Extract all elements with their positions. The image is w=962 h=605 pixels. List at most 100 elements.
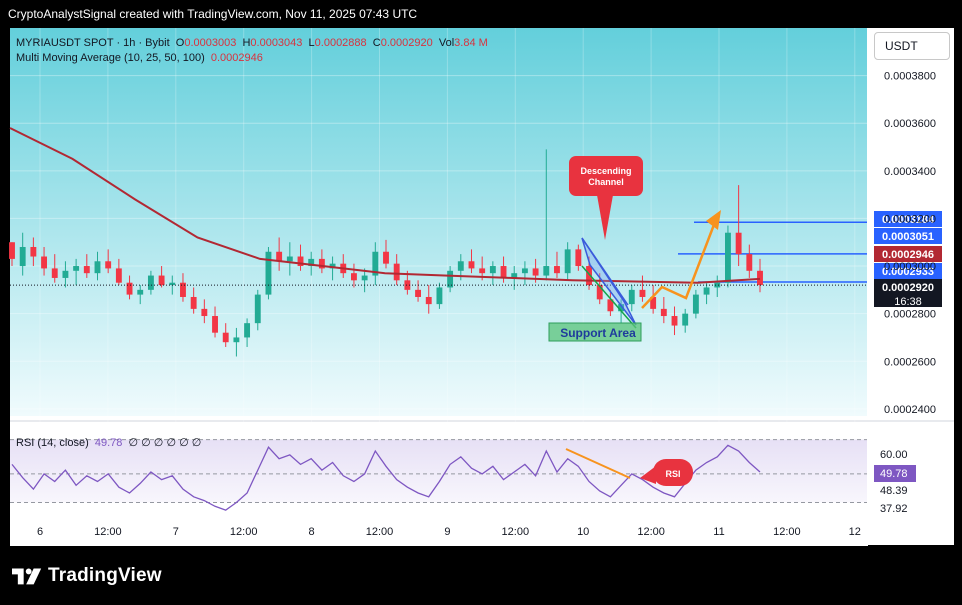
rsi-tick-label: 37.92 bbox=[880, 503, 908, 515]
candle-body bbox=[639, 289, 646, 297]
price-label-text: 0.0003051 bbox=[882, 231, 934, 243]
candle-body bbox=[73, 266, 80, 271]
candle-body bbox=[212, 316, 218, 333]
candle-body bbox=[265, 251, 272, 295]
candle-body bbox=[147, 275, 154, 290]
rsi-tick-label: 48.39 bbox=[880, 485, 908, 497]
candle-body bbox=[703, 287, 710, 295]
x-tick-label: 12:00 bbox=[502, 526, 530, 538]
x-tick-label: 12:00 bbox=[366, 526, 394, 538]
y-tick-label: 0.0002800 bbox=[884, 309, 936, 321]
candle-body bbox=[201, 308, 208, 317]
x-tick-label: 8 bbox=[309, 526, 315, 538]
candle-body bbox=[383, 251, 389, 264]
candle-body bbox=[30, 246, 37, 257]
y-tick-label: 0.0002600 bbox=[884, 356, 936, 368]
candle-body bbox=[393, 263, 400, 281]
vol-value: 3.84 M bbox=[454, 37, 488, 49]
candle-body bbox=[757, 270, 763, 286]
price-labels: 0.00031840.00030510.00029460.00029330.00… bbox=[874, 211, 942, 308]
candle-body bbox=[41, 256, 47, 269]
rsi-extras: ∅ ∅ ∅ ∅ ∅ ∅ bbox=[128, 437, 202, 449]
ma-indicator-label[interactable]: Multi Moving Average (10, 25, 50, 100) bbox=[16, 52, 205, 64]
y-tick-label: 0.0003000 bbox=[884, 261, 936, 273]
x-tick-label: 12:00 bbox=[637, 526, 665, 538]
candle-body bbox=[190, 296, 197, 309]
x-tick-label: 10 bbox=[577, 526, 589, 538]
candle-body bbox=[9, 242, 15, 259]
rsi-indicator-label[interactable]: RSI (14, close) bbox=[16, 437, 89, 449]
support-area-label: Support Area bbox=[560, 326, 636, 340]
candle-body bbox=[126, 282, 133, 295]
candle-body bbox=[500, 266, 507, 278]
y-tick-label: 0.0003400 bbox=[884, 166, 936, 178]
descending-channel-callout bbox=[569, 156, 643, 196]
y-tick-label: 0.0002400 bbox=[884, 404, 936, 416]
candle-body bbox=[83, 266, 90, 274]
open-value: 0.0003003 bbox=[184, 37, 237, 49]
candle-body bbox=[233, 337, 240, 343]
countdown-text: 16:38 bbox=[894, 296, 922, 308]
low-value: 0.0002888 bbox=[314, 37, 367, 49]
price-label-text: 0.0002946 bbox=[882, 249, 934, 261]
candle-body bbox=[351, 273, 357, 281]
candle-body bbox=[436, 287, 443, 305]
x-tick-label: 6 bbox=[37, 526, 43, 538]
callout-text: Channel bbox=[588, 177, 624, 187]
symbol-name[interactable]: MYRIAUSDT SPOT · 1h · Bybit bbox=[16, 37, 170, 49]
candle-body bbox=[682, 313, 689, 326]
candle-body bbox=[180, 282, 186, 297]
candle-body bbox=[692, 294, 699, 314]
candle-body bbox=[554, 266, 560, 274]
candle-body bbox=[244, 323, 251, 338]
candle-body bbox=[222, 332, 229, 343]
rsi-indicator-value: 49.78 bbox=[94, 437, 123, 449]
callout-text: Descending bbox=[580, 166, 631, 176]
x-tick-label: 12 bbox=[849, 526, 861, 538]
candle-body bbox=[660, 308, 667, 317]
candle-body bbox=[415, 289, 421, 297]
candle-body bbox=[521, 268, 528, 274]
high-value: 0.0003043 bbox=[250, 37, 303, 49]
candle-body bbox=[628, 289, 635, 305]
symbol-legend: MYRIAUSDT SPOT · 1h · Bybit O0.0003003 H… bbox=[16, 36, 488, 66]
price-label-text: 0.0002920 bbox=[882, 282, 934, 294]
rsi-tick-label: 60.00 bbox=[880, 449, 908, 461]
close-value: 0.0002920 bbox=[380, 37, 433, 49]
y-tick-label: 0.0003600 bbox=[884, 118, 936, 130]
candle-body bbox=[286, 256, 293, 262]
candle-body bbox=[115, 268, 122, 283]
y-tick-label: 0.0003200 bbox=[884, 213, 936, 225]
price-chart[interactable]: Support Area DescendingChannel RSI 60.00 48… bbox=[0, 0, 962, 605]
candle-body bbox=[51, 268, 58, 278]
rsi-band bbox=[10, 439, 867, 503]
tradingview-logo-icon bbox=[12, 568, 42, 585]
currency-unit-button[interactable]: USDT bbox=[874, 32, 950, 60]
x-tick-label: 11 bbox=[713, 526, 724, 538]
rsi-legend: RSI (14, close) 49.78 ∅ ∅ ∅ ∅ ∅ ∅ bbox=[16, 436, 201, 449]
x-axis-ticks: 6 12:00 7 12:00 8 12:00 9 12:00 10 12:00 11 12:00 12 bbox=[37, 526, 861, 538]
candle-body bbox=[725, 232, 731, 283]
x-tick-label: 12:00 bbox=[773, 526, 801, 538]
candle-body bbox=[671, 316, 678, 326]
tradingview-logo[interactable]: TradingView bbox=[12, 563, 162, 589]
x-tick-label: 7 bbox=[173, 526, 179, 538]
y-tick-label: 0.0003800 bbox=[884, 71, 936, 83]
candle-body bbox=[457, 261, 464, 271]
candle-body bbox=[543, 266, 550, 276]
x-tick-label: 12:00 bbox=[94, 526, 122, 538]
rsi-callout-text: RSI bbox=[665, 469, 680, 479]
candle-body bbox=[468, 261, 475, 269]
rsi-current-value: 49.78 bbox=[880, 468, 908, 480]
candle-body bbox=[564, 249, 571, 274]
candle-body bbox=[735, 232, 742, 255]
x-tick-label: 9 bbox=[444, 526, 450, 538]
candle-body bbox=[575, 249, 582, 267]
candle-body bbox=[532, 268, 539, 276]
candle-body bbox=[361, 275, 368, 281]
candle-body bbox=[105, 261, 112, 269]
candle-body bbox=[425, 296, 432, 305]
ma-indicator-value: 0.0002946 bbox=[210, 52, 263, 64]
tradingview-logo-text: TradingView bbox=[48, 565, 162, 586]
x-tick-label: 12:00 bbox=[230, 526, 258, 538]
